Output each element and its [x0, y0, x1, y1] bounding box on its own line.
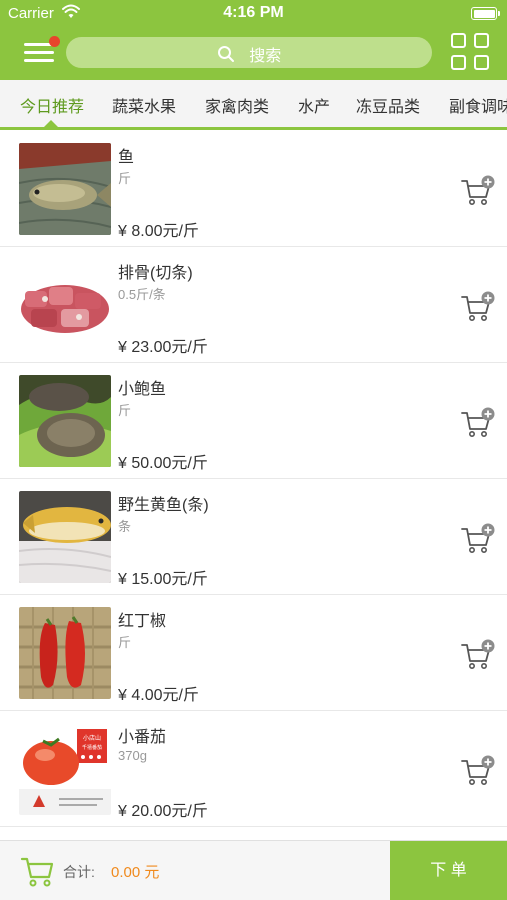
product-spec: 370g: [118, 748, 147, 763]
place-order-button[interactable]: 下 单: [390, 841, 507, 900]
search-bar[interactable]: 搜索: [66, 37, 432, 68]
tab-seafood[interactable]: 水产: [298, 93, 330, 117]
grid-menu-icon: [451, 33, 466, 48]
grid-menu-icon-cell: [474, 55, 489, 70]
product-image-cherry-tomato: 小店山 千禧番茄: [19, 723, 111, 815]
tab-condiments[interactable]: 副食调味: [449, 93, 507, 117]
promo-sign-subtitle: 千禧番茄: [82, 744, 102, 751]
product-price: ¥ 20.00元/斤: [118, 803, 208, 820]
product-spec: 0.5斤/条: [118, 287, 166, 302]
active-tab-indicator: [44, 120, 58, 127]
product-name: 排骨(切条): [118, 265, 193, 282]
tab-frozen-tofu[interactable]: 冻豆品类: [356, 93, 420, 117]
product-spec: 斤: [118, 635, 132, 650]
add-to-cart-icon[interactable]: [460, 291, 496, 323]
search-icon: [217, 46, 234, 62]
product-image-ribs: [19, 259, 111, 351]
product-spec: 条: [118, 519, 132, 534]
shopping-cart-icon[interactable]: [20, 855, 54, 887]
add-to-cart-icon[interactable]: [460, 755, 496, 787]
product-name: 红丁椒: [118, 613, 167, 630]
product-item[interactable]: 野生黄鱼(条) 条 ¥ 15.00元/斤: [0, 479, 507, 595]
promo-sign-title: 小店山: [83, 734, 101, 742]
status-bar: Carrier 4:16 PM: [0, 0, 507, 28]
product-image-yellow-croaker: [19, 491, 111, 583]
tab-underline: [0, 127, 507, 130]
product-spec: 斤: [118, 171, 132, 186]
tab-poultry-meat[interactable]: 家禽肉类: [205, 93, 269, 117]
grid-menu-icon-cell: [451, 55, 466, 70]
category-tabs: 今日推荐 蔬菜水果 家禽肉类 水产 冻豆品类 副食调味: [0, 80, 507, 127]
app-header: Carrier 4:16 PM 搜索: [0, 0, 507, 80]
product-item[interactable]: 鱼 斤 ¥ 8.00元/斤: [0, 131, 507, 247]
total-amount: 0.00 元: [111, 864, 160, 881]
notification-badge: [49, 36, 60, 47]
product-image-red-pepper: [19, 607, 111, 699]
product-price: ¥ 50.00元/斤: [118, 455, 208, 472]
product-price: ¥ 4.00元/斤: [118, 687, 199, 704]
product-image-fish: [19, 143, 111, 235]
product-name: 鱼: [118, 149, 135, 166]
total-label: 合计:: [63, 864, 95, 880]
tab-vegetables-fruits[interactable]: 蔬菜水果: [112, 93, 176, 117]
add-to-cart-icon[interactable]: [460, 175, 496, 207]
grid-menu-icon-cell: [474, 33, 489, 48]
product-image-abalone: [19, 375, 111, 467]
status-time: 4:16 PM: [223, 4, 284, 21]
grid-menu-button[interactable]: [450, 32, 492, 72]
hamburger-menu-icon-bar: [24, 51, 54, 54]
hamburger-menu-icon-bar: [24, 59, 54, 62]
add-to-cart-icon[interactable]: [460, 523, 496, 555]
product-list: 鱼 斤 ¥ 8.00元/斤 排骨(切条) 0.5斤/条 ¥ 23.00元/斤 小…: [0, 131, 507, 840]
product-item[interactable]: 红丁椒 斤 ¥ 4.00元/斤: [0, 595, 507, 711]
tab-today-recommend[interactable]: 今日推荐: [20, 93, 84, 117]
product-item[interactable]: 小鲍鱼 斤 ¥ 50.00元/斤: [0, 363, 507, 479]
product-price: ¥ 23.00元/斤: [118, 339, 208, 356]
search-placeholder: 搜索: [249, 48, 282, 65]
add-to-cart-icon[interactable]: [460, 639, 496, 671]
checkout-bar: 合计: 0.00 元 下 单: [0, 840, 507, 900]
product-price: ¥ 8.00元/斤: [118, 223, 199, 240]
product-name: 小番茄: [118, 729, 167, 746]
product-price: ¥ 15.00元/斤: [118, 571, 208, 588]
add-to-cart-icon[interactable]: [460, 407, 496, 439]
product-item[interactable]: 小店山 千禧番茄 小番茄 370g ¥ 20.00元/斤: [0, 711, 507, 827]
product-name: 野生黄鱼(条): [118, 497, 209, 514]
product-name: 小鲍鱼: [118, 381, 167, 398]
product-item[interactable]: 排骨(切条) 0.5斤/条 ¥ 23.00元/斤: [0, 247, 507, 363]
battery-icon: [471, 7, 500, 20]
product-spec: 斤: [118, 403, 132, 418]
